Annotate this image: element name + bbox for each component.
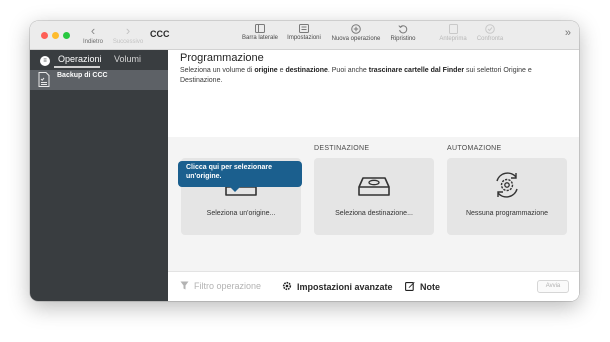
list-icon: ≡	[40, 56, 50, 66]
source-selector-label: Seleziona un'origine...	[206, 210, 276, 217]
forward-label: Successivo	[112, 39, 144, 45]
chevron-right-icon: ›	[125, 23, 131, 38]
destination-header: DESTINAZIONE	[314, 145, 370, 152]
automation-header: AUTOMAZIONE	[447, 145, 502, 152]
active-tab-indicator	[54, 66, 100, 68]
edit-note-icon	[405, 282, 415, 291]
chevron-left-icon: ‹	[90, 23, 96, 38]
app-window: ‹ Indietro › Successivo CCC Barra latera…	[30, 21, 579, 301]
advanced-settings-button[interactable]: Impostazioni avanzate	[282, 281, 393, 292]
notes-label: Note	[420, 282, 440, 292]
toolbar: ‹ Indietro › Successivo CCC Barra latera…	[30, 21, 579, 50]
filter-button[interactable]: Filtro operazione	[180, 281, 261, 291]
tab-volumi[interactable]: Volumi	[114, 54, 141, 64]
app-title: CCC	[150, 29, 170, 39]
bottom-bar: Filtro operazione Impostazioni avanzate …	[168, 271, 579, 301]
forward-button[interactable]: › Successivo	[110, 24, 146, 46]
compare-icon	[485, 24, 495, 34]
preview-icon	[448, 24, 458, 34]
page-description: Seleziona un volume di origine e destina…	[180, 67, 532, 84]
task-document-icon	[38, 72, 50, 92]
destination-selector[interactable]: Seleziona destinazione...	[314, 158, 434, 235]
sidebar-item-backup[interactable]: Backup di CCC	[30, 70, 168, 90]
funnel-icon	[180, 281, 189, 290]
restore-icon	[398, 25, 408, 34]
filter-label: Filtro operazione	[194, 281, 262, 291]
toolbar-item-label: Confronta	[476, 36, 504, 42]
plus-circle-icon	[351, 24, 361, 34]
destination-selector-label: Seleziona destinazione...	[335, 210, 413, 217]
settings-button[interactable]: Impostazioni	[274, 24, 334, 42]
source-tooltip: Clicca qui per selezionare un'origine.	[178, 161, 302, 192]
compare-button[interactable]: Confronta	[460, 24, 520, 43]
gear-icon	[282, 281, 292, 291]
advanced-settings-label: Impostazioni avanzate	[297, 282, 393, 292]
page-title: Programmazione	[180, 52, 264, 64]
notes-button[interactable]: Note	[405, 281, 440, 292]
automation-selector[interactable]: Nessuna programmazione	[447, 158, 567, 235]
sidebar-icon	[255, 24, 265, 33]
settings-panel-icon	[299, 24, 309, 33]
tab-operazioni[interactable]: Operazioni	[58, 54, 102, 64]
minimize-window-button[interactable]	[52, 32, 59, 39]
run-button[interactable]: Avvia	[537, 280, 569, 293]
toolbar-item-label: Impostazioni	[287, 35, 321, 41]
automation-selector-label: Nessuna programmazione	[465, 210, 549, 217]
sidebar: ≡ Operazioni Volumi Backup di CCC	[30, 50, 168, 301]
back-label: Indietro	[82, 39, 103, 45]
gear-sync-icon	[496, 172, 518, 198]
task-config-area: DESTINAZIONE AUTOMAZIONE Seleziona un'or…	[168, 137, 579, 271]
toolbar-overflow-icon[interactable]: »	[565, 27, 571, 39]
zoom-window-button[interactable]	[63, 32, 70, 39]
drive-icon	[358, 177, 390, 196]
close-window-button[interactable]	[41, 32, 48, 39]
sidebar-item-label: Backup di CCC	[57, 72, 108, 79]
back-button[interactable]: ‹ Indietro	[80, 24, 106, 46]
